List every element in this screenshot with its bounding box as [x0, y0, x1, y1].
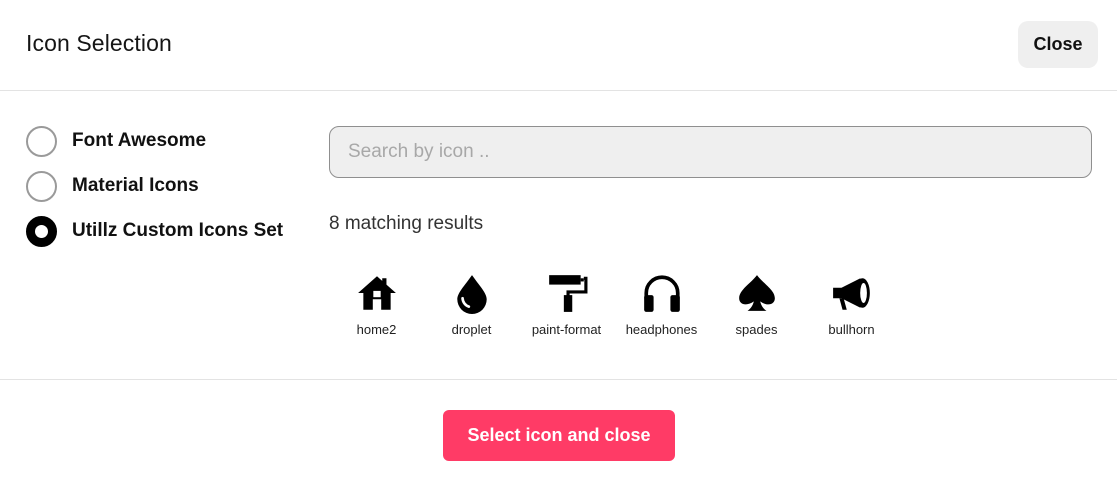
radio-label: Material Icons	[72, 175, 199, 196]
results-count: 8 matching results	[329, 213, 484, 234]
icon-tile[interactable]: home2	[329, 272, 424, 337]
radio-button[interactable]	[26, 170, 57, 202]
select-icon-and-close-button[interactable]: Select icon and close	[443, 410, 675, 461]
icon-name: headphones	[625, 322, 698, 337]
icon-name: bullhorn	[828, 322, 875, 337]
radio-option-font-awesome[interactable]: Font Awesome	[26, 125, 283, 157]
modal-title: Icon Selection	[26, 30, 172, 56]
icon-results-grid: home2 droplet paint-format headphones sp…	[329, 272, 899, 337]
radio-button[interactable]	[26, 125, 57, 157]
icon-tile[interactable]: headphones	[614, 272, 709, 337]
icon-name: droplet	[451, 322, 492, 337]
icon-name: paint-format	[531, 322, 602, 337]
radio-option-material-icons[interactable]: Material Icons	[26, 170, 283, 202]
icon-set-radio-group: Font Awesome Material Icons Utillz Custo…	[26, 125, 284, 261]
radio-label: Font Awesome	[72, 130, 207, 151]
close-button[interactable]: Close	[1018, 21, 1098, 68]
droplet-icon	[456, 275, 487, 314]
icon-name: home2	[356, 322, 397, 337]
modal-header: Icon Selection Close	[0, 0, 1117, 91]
search-input[interactable]	[329, 126, 1092, 178]
icon-name: spades	[735, 322, 778, 337]
radio-label: Utillz Custom Icons Set	[72, 220, 284, 241]
home-icon	[357, 276, 396, 310]
footer-divider	[0, 379, 1117, 380]
icon-tile[interactable]: droplet	[424, 272, 519, 337]
spade-icon	[738, 275, 775, 311]
icon-tile[interactable]: spades	[709, 272, 804, 337]
icon-tile[interactable]: bullhorn	[804, 272, 899, 337]
bullhorn-icon	[832, 278, 870, 310]
icon-tile[interactable]: paint-format	[519, 272, 614, 337]
radio-option-utillz-custom[interactable]: Utillz Custom Icons Set	[26, 215, 284, 247]
radio-button-selected[interactable]	[26, 215, 57, 247]
paint-roller-icon	[548, 275, 587, 312]
headphones-icon	[643, 275, 680, 312]
icon-selection-modal: Icon Selection Close Font Awesome Materi…	[0, 0, 1117, 487]
